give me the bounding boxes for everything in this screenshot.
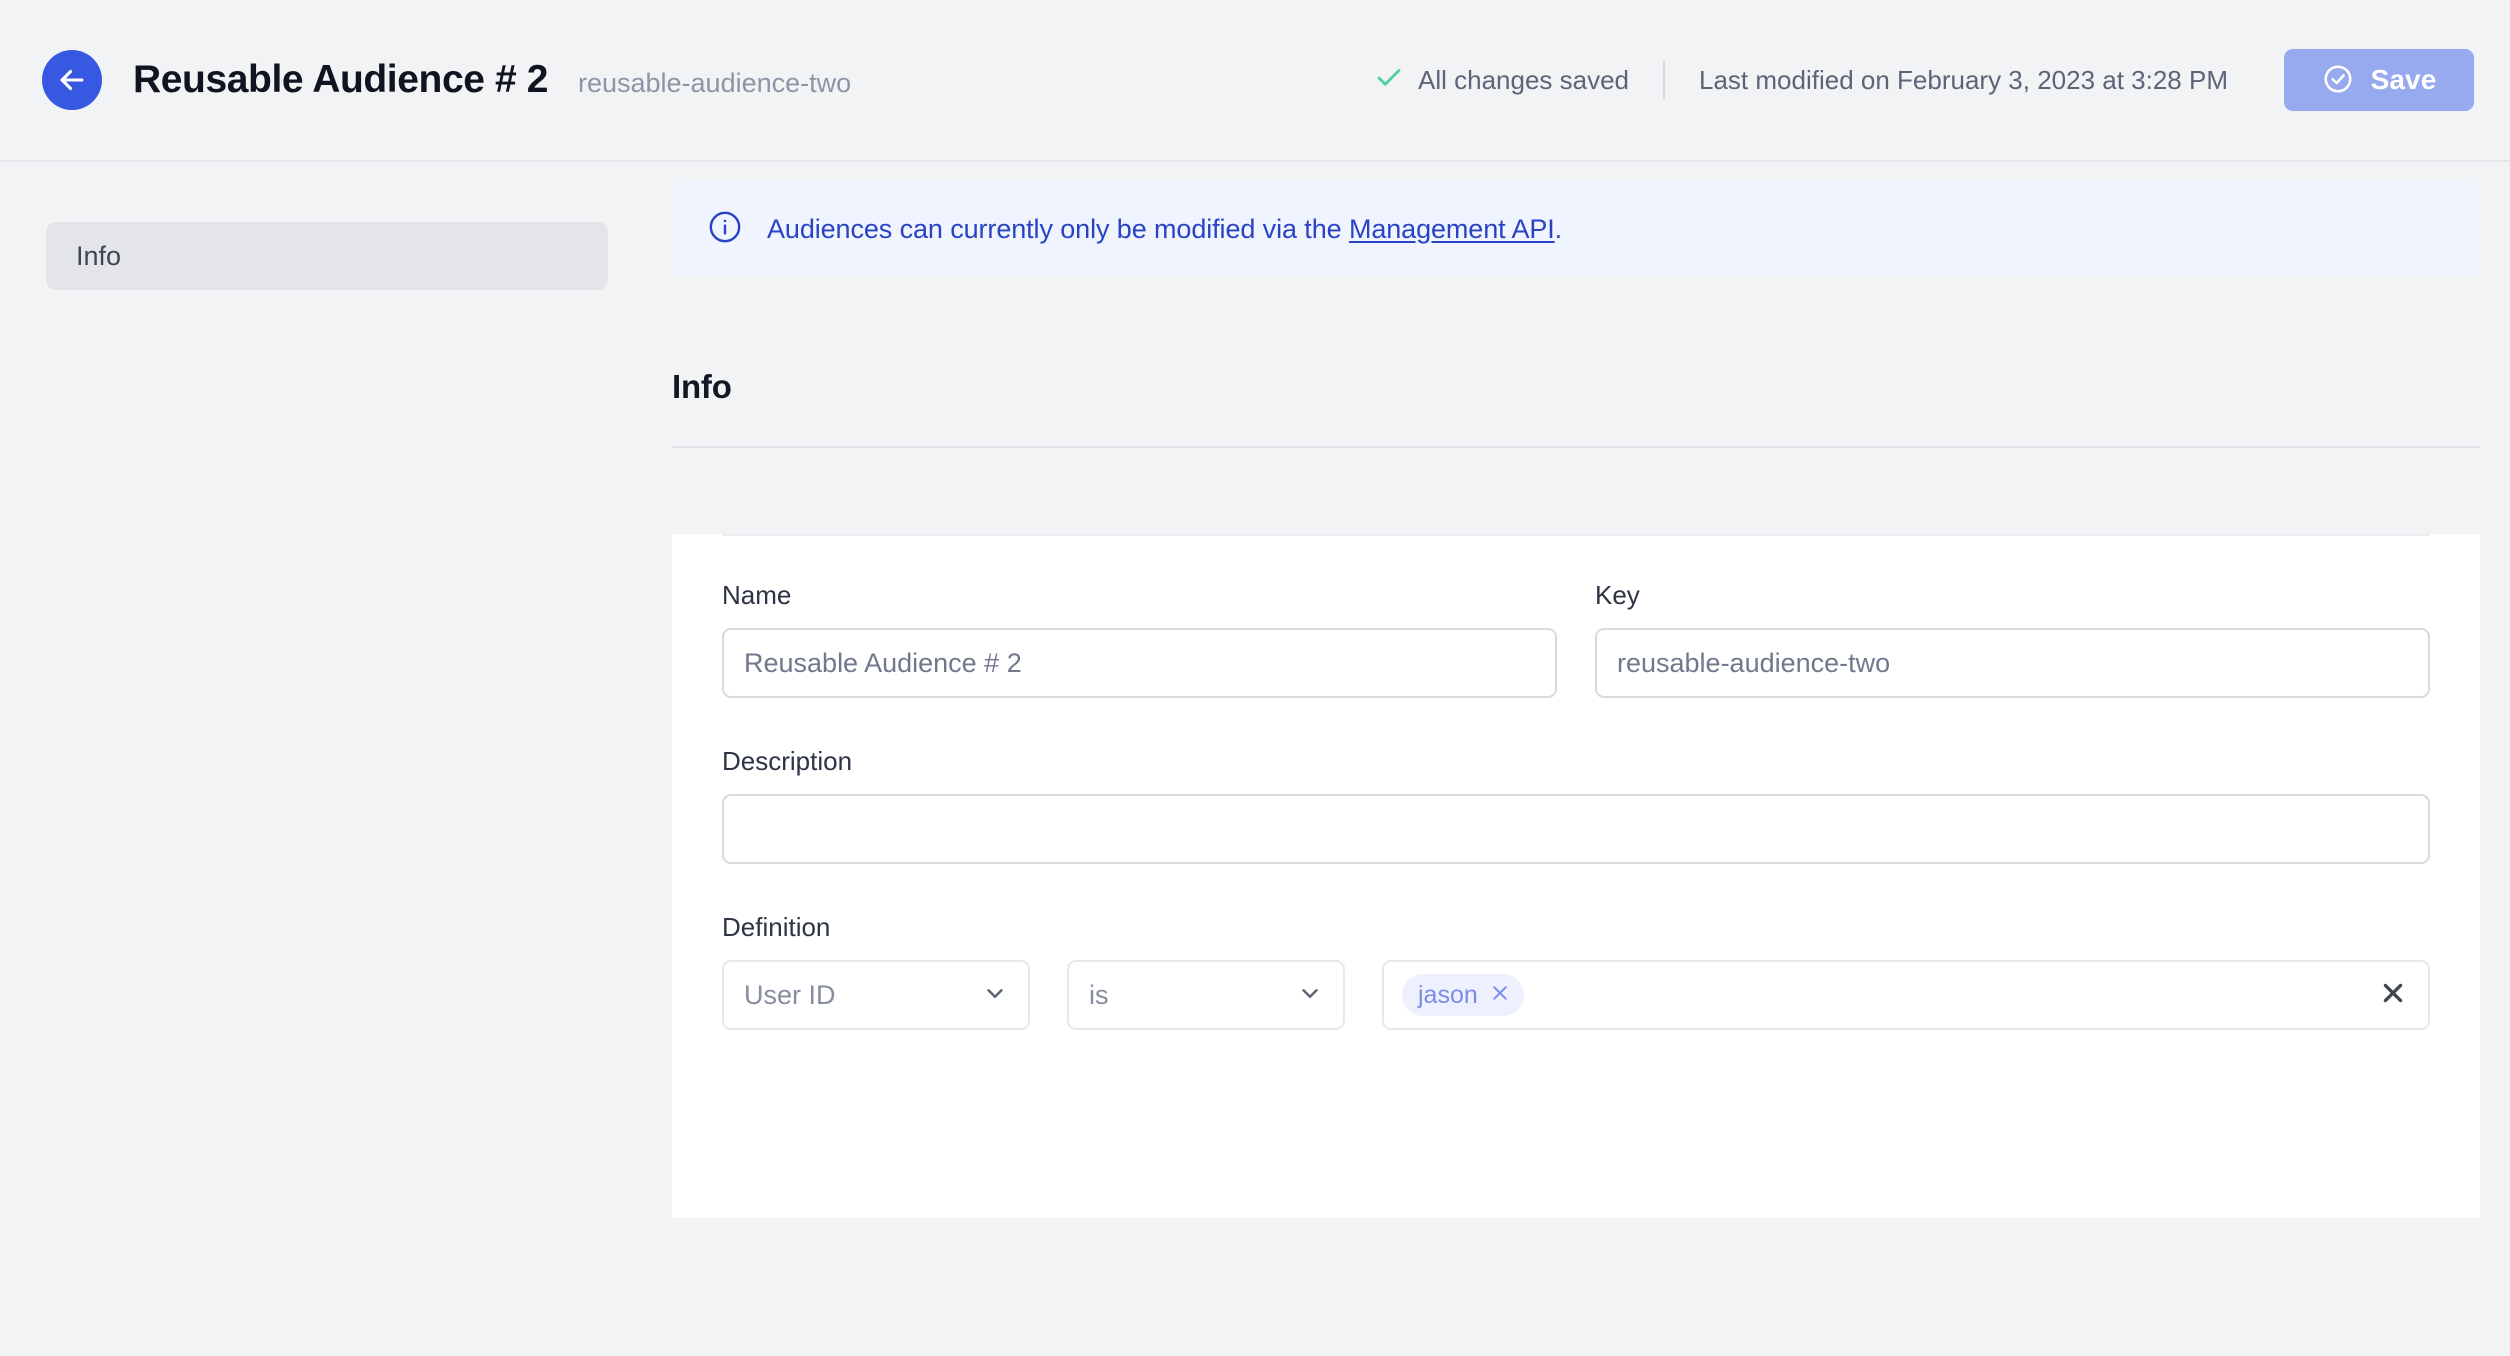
page-key: reusable-audience-two bbox=[577, 68, 852, 98]
info-banner: Audiences can currently only be modified… bbox=[672, 182, 2480, 276]
value-tag-label: jason bbox=[1418, 980, 1478, 1009]
check-circle-icon bbox=[2322, 63, 2354, 98]
save-status: All changes saved bbox=[1374, 63, 1629, 98]
definition-operator-select[interactable]: is bbox=[1067, 960, 1345, 1030]
definition-attribute-select[interactable]: User ID bbox=[722, 960, 1030, 1030]
info-banner-text: Audiences can currently only be modified… bbox=[767, 214, 1562, 245]
definition-label: Definition bbox=[722, 912, 831, 942]
arrow-left-icon bbox=[55, 63, 89, 97]
definition-values-input[interactable]: jason bbox=[1382, 960, 2430, 1030]
header-actions: All changes saved Last modified on Febru… bbox=[1374, 49, 2474, 111]
name-label: Name bbox=[722, 580, 792, 610]
description-label: Description bbox=[722, 746, 853, 776]
app-header: Reusable Audience # 2 reusable-audience-… bbox=[0, 0, 2510, 162]
section-heading: Info bbox=[672, 368, 732, 405]
key-input[interactable] bbox=[1595, 628, 2430, 698]
sidebar: Info bbox=[0, 162, 672, 290]
definition-attribute-select-wrap: User ID bbox=[722, 960, 1030, 1030]
definition-attribute-value: User ID bbox=[744, 979, 836, 1010]
sidebar-item-label: Info bbox=[76, 240, 122, 271]
header-divider bbox=[1663, 61, 1666, 99]
description-field-group: Description bbox=[722, 746, 2430, 864]
value-tag[interactable]: jason bbox=[1402, 974, 1524, 1016]
chevron-down-icon bbox=[1297, 980, 1323, 1011]
info-banner-text-before: Audiences can currently only be modified… bbox=[767, 213, 1349, 244]
clear-values-icon[interactable] bbox=[2380, 980, 2406, 1011]
title-group: Reusable Audience # 2 reusable-audience-… bbox=[133, 58, 851, 102]
info-form: Name Key Description Definition bbox=[722, 536, 2430, 1030]
info-banner-text-after: . bbox=[1554, 213, 1563, 244]
page-body: Info Audiences can currently only be mod… bbox=[0, 162, 2510, 1356]
management-api-link[interactable]: Management API bbox=[1349, 214, 1555, 244]
check-icon bbox=[1374, 63, 1404, 98]
sidebar-item-info[interactable]: Info bbox=[46, 222, 608, 290]
info-circle-icon bbox=[708, 210, 742, 249]
name-field-group: Name bbox=[722, 580, 1557, 698]
key-label: Key bbox=[1595, 580, 1640, 610]
save-button-label: Save bbox=[2370, 64, 2437, 95]
page-title: Reusable Audience # 2 bbox=[133, 58, 548, 101]
name-key-row: Name Key bbox=[722, 580, 2430, 698]
definition-operator-value: is bbox=[1089, 979, 1109, 1010]
close-icon[interactable] bbox=[1490, 983, 1510, 1008]
definition-field-group: Definition User ID is jason bbox=[722, 912, 2430, 1030]
section-divider bbox=[672, 446, 2480, 448]
key-field-group: Key bbox=[1595, 580, 2430, 698]
chevron-down-icon bbox=[982, 980, 1008, 1011]
main-content: Audiences can currently only be modified… bbox=[672, 162, 2510, 1218]
definition-row: User ID is jason bbox=[722, 960, 2430, 1030]
description-input[interactable] bbox=[722, 794, 2430, 864]
name-input[interactable] bbox=[722, 628, 1557, 698]
info-card: Name Key Description Definition bbox=[672, 534, 2480, 1218]
save-button[interactable]: Save bbox=[2284, 49, 2474, 111]
save-status-label: All changes saved bbox=[1417, 64, 1630, 95]
back-button[interactable] bbox=[42, 50, 102, 110]
definition-operator-select-wrap: is bbox=[1067, 960, 1345, 1030]
last-modified-label: Last modified on February 3, 2023 at 3:2… bbox=[1699, 64, 2228, 95]
